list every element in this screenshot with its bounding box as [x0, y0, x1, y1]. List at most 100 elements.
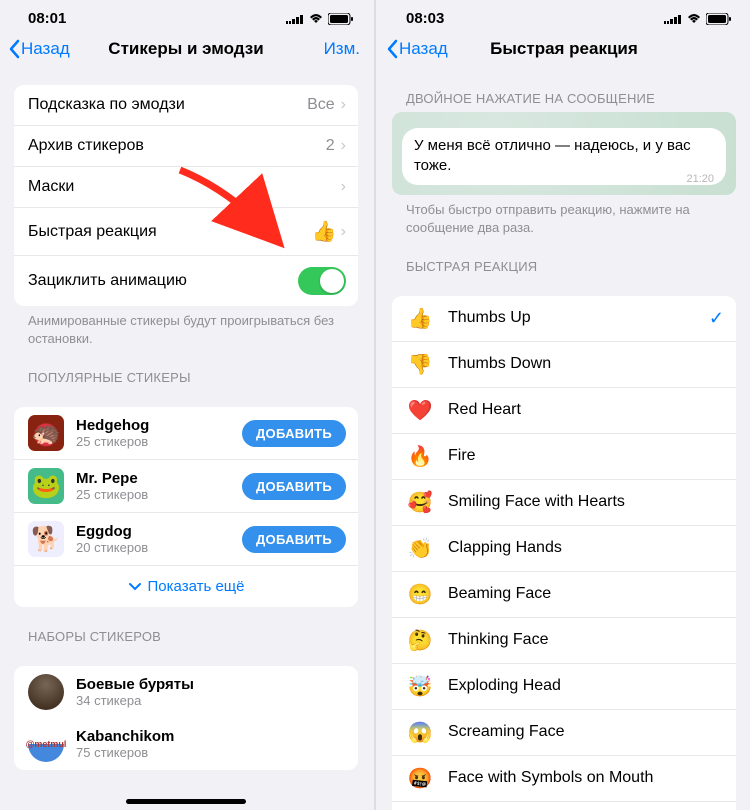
reaction-name: Thumbs Up — [448, 309, 709, 327]
pack-icon-hedgehog: 🦔 — [28, 415, 64, 451]
status-icons — [286, 13, 354, 25]
battery-icon — [706, 13, 732, 25]
set-count: 75 стикеров — [76, 745, 346, 760]
row-emoji-suggestions[interactable]: Подсказка по эмодзи Все › — [14, 85, 358, 126]
signal-icon — [664, 13, 682, 25]
content-area: ДВОЙНОЕ НАЖАТИЕ НА СООБЩЕНИЕ У меня всё … — [378, 69, 750, 810]
chevron-left-icon — [8, 39, 20, 59]
set-count: 34 стикера — [76, 693, 346, 708]
row-value: Все — [307, 96, 335, 114]
row-value: 2 — [326, 137, 335, 155]
reaction-row[interactable]: 🤔 Thinking Face — [392, 618, 736, 664]
content-area: Подсказка по эмодзи Все › Архив стикеров… — [0, 69, 372, 799]
set-name: Kabanchikom — [76, 728, 346, 745]
phone-right: 08:03 Назад Быстрая реакция ДВОЙНОЕ НАЖА… — [378, 0, 750, 810]
reaction-row[interactable]: 😱Screaming Face — [392, 710, 736, 756]
reaction-name: Red Heart — [448, 401, 724, 419]
reactions-list: 👍Thumbs Up✓👎Thumbs Down❤️Red Heart🔥Fire🥰… — [392, 296, 736, 810]
reaction-emoji: 🤯 — [406, 674, 434, 699]
reaction-emoji: 😱 — [406, 720, 434, 745]
reaction-name: Fire — [448, 447, 724, 465]
reaction-emoji: 🤬 — [406, 766, 434, 791]
reaction-row[interactable]: 👏Clapping Hands — [392, 526, 736, 572]
add-button[interactable]: ДОБАВИТЬ — [242, 526, 346, 553]
signal-icon — [286, 13, 304, 25]
chevron-right-icon: › — [341, 137, 346, 155]
row-quick-reaction[interactable]: Быстрая реакция 👍 › — [14, 208, 358, 256]
reaction-row[interactable]: 👎Thumbs Down — [392, 342, 736, 388]
row-label: Зациклить анимацию — [28, 272, 298, 290]
wifi-icon — [686, 13, 702, 25]
back-button[interactable]: Назад — [8, 39, 70, 59]
preview-area: У меня всё отлично — надеюсь, и у вас то… — [392, 112, 736, 195]
pack-info: Eggdog 20 стикеров — [76, 523, 242, 555]
set-row[interactable]: @metmul Kabanchikom 75 стикеров — [14, 718, 358, 770]
pack-row[interactable]: 🐸 Mr. Pepe 25 стикеров ДОБАВИТЬ — [14, 460, 358, 513]
row-masks[interactable]: Маски › — [14, 167, 358, 208]
pack-name: Eggdog — [76, 523, 242, 540]
set-info: Kabanchikom 75 стикеров — [76, 728, 346, 760]
row-sticker-archive[interactable]: Архив стикеров 2 › — [14, 126, 358, 167]
row-label: Быстрая реакция — [28, 223, 312, 241]
nav-bar: Назад Быстрая реакция — [378, 33, 750, 69]
reaction-name: Thumbs Down — [448, 355, 724, 373]
battery-icon — [328, 13, 354, 25]
reaction-name: Face with Symbols on Mouth — [448, 769, 724, 787]
reaction-emoji: 🥰 — [406, 490, 434, 515]
edit-button[interactable]: Изм. — [324, 39, 360, 59]
double-tap-footer: Чтобы быстро отправить реакцию, нажмите … — [392, 195, 736, 237]
wifi-icon — [308, 13, 324, 25]
pack-row[interactable]: 🦔 Hedgehog 25 стикеров ДОБАВИТЬ — [14, 407, 358, 460]
popular-header: ПОПУЛЯРНЫЕ СТИКЕРЫ — [14, 348, 358, 391]
pack-row[interactable]: 🐕 Eggdog 20 стикеров ДОБАВИТЬ — [14, 513, 358, 566]
reaction-row[interactable]: 🤯 Exploding Head — [392, 664, 736, 710]
reaction-emoji: 🔥 — [406, 444, 434, 469]
popular-packs: 🦔 Hedgehog 25 стикеров ДОБАВИТЬ 🐸 Mr. Pe… — [14, 407, 358, 607]
add-button[interactable]: ДОБАВИТЬ — [242, 473, 346, 500]
pack-icon-eggdog: 🐕 — [28, 521, 64, 557]
reaction-row[interactable]: 🔥 Fire — [392, 434, 736, 480]
loop-toggle[interactable] — [298, 267, 346, 295]
set-info: Боевые буряты 34 стикера — [76, 676, 346, 708]
quick-reaction-header: БЫСТРАЯ РЕАКЦИЯ — [392, 237, 736, 280]
pack-info: Mr. Pepe 25 стикеров — [76, 470, 242, 502]
reaction-name: Thinking Face — [448, 631, 724, 649]
reaction-emoji: 👏 — [406, 536, 434, 561]
reaction-emoji: 🤔 — [406, 628, 434, 653]
page-title: Стикеры и эмодзи — [108, 39, 263, 59]
add-button[interactable]: ДОБАВИТЬ — [242, 420, 346, 447]
status-icons — [664, 13, 732, 25]
reaction-row[interactable]: 😁 Beaming Face — [392, 572, 736, 618]
reaction-name: Exploding Head — [448, 677, 724, 695]
reaction-name: Beaming Face — [448, 585, 724, 603]
reaction-row[interactable]: ❤️ Red Heart — [392, 388, 736, 434]
reaction-row[interactable]: 😢Crying Face — [392, 802, 736, 810]
show-more-button[interactable]: Показать ещё — [14, 566, 358, 607]
row-loop-animation: Зациклить анимацию — [14, 256, 358, 306]
row-label: Маски — [28, 178, 341, 196]
pack-icon-pepe: 🐸 — [28, 468, 64, 504]
set-name: Боевые буряты — [76, 676, 346, 693]
reaction-row[interactable]: 🤬 Face with Symbols on Mouth — [392, 756, 736, 802]
set-icon: @metmul — [28, 726, 64, 762]
bubble-time: 21:20 — [686, 172, 714, 187]
reaction-name: Smiling Face with Hearts — [448, 493, 724, 511]
message-bubble[interactable]: У меня всё отлично — надеюсь, и у вас то… — [402, 128, 726, 185]
pack-info: Hedgehog 25 стикеров — [76, 417, 242, 449]
reaction-emoji: ❤️ — [406, 398, 434, 423]
loop-footer: Анимированные стикеры будут проигрыватьс… — [14, 306, 358, 348]
separator — [374, 0, 376, 810]
chevron-right-icon: › — [341, 96, 346, 114]
back-button[interactable]: Назад — [386, 39, 448, 59]
reaction-row[interactable]: 👍Thumbs Up✓ — [392, 296, 736, 342]
phone-left: 08:01 Назад Стикеры и эмодзи Изм. Подска… — [0, 0, 372, 810]
reaction-row[interactable]: 🥰 Smiling Face with Hearts — [392, 480, 736, 526]
row-label: Архив стикеров — [28, 137, 326, 155]
reaction-emoji: 👍 — [406, 306, 434, 331]
home-indicator[interactable] — [126, 799, 246, 804]
chevron-left-icon — [386, 39, 398, 59]
set-row[interactable]: Боевые буряты 34 стикера — [14, 666, 358, 718]
settings-group: Подсказка по эмодзи Все › Архив стикеров… — [14, 85, 358, 306]
reaction-emoji: 😁 — [406, 582, 434, 607]
pack-count: 20 стикеров — [76, 540, 242, 555]
